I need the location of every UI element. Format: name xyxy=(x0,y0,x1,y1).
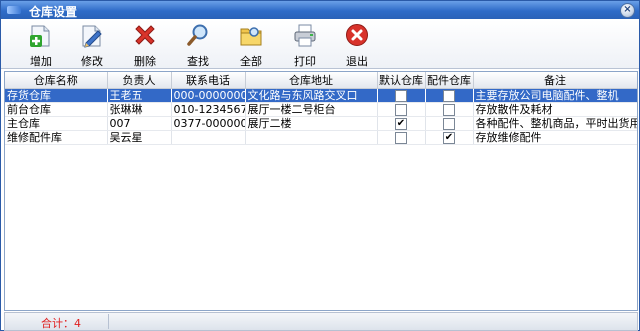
add-button[interactable]: 增加 xyxy=(21,23,61,68)
parts-checkbox[interactable] xyxy=(443,104,455,116)
column-header-default[interactable]: 默认仓库 xyxy=(377,72,426,89)
cell-default xyxy=(377,130,426,145)
print-button-label: 打印 xyxy=(294,55,316,68)
table-row[interactable]: 维修配件库 吴云星 ✔ 存放维修配件 xyxy=(5,130,637,145)
cell-address[interactable]: 文化路与东风路交叉口 xyxy=(245,88,378,103)
exit-button[interactable]: 退出 xyxy=(337,23,377,68)
add-button-label: 增加 xyxy=(30,55,52,68)
default-checkbox[interactable] xyxy=(395,104,407,116)
show-all-button[interactable]: 全部 xyxy=(231,23,271,68)
parts-checkbox[interactable] xyxy=(443,118,455,130)
cell-phone[interactable] xyxy=(171,130,246,145)
exit-x-icon xyxy=(346,24,368,46)
show-all-button-label: 全部 xyxy=(240,55,262,68)
window-title: 仓库设置 xyxy=(29,5,78,19)
cell-phone[interactable]: 010-12345678 xyxy=(171,102,246,117)
cell-name[interactable]: 前台仓库 xyxy=(5,102,108,117)
column-header-note[interactable]: 备注 xyxy=(473,72,637,89)
print-button[interactable]: 打印 xyxy=(285,23,325,68)
cell-manager[interactable]: 张琳琳 xyxy=(107,102,172,117)
table-row[interactable]: 存货仓库 王老五 000-00000000 文化路与东风路交叉口 主要存放公司电… xyxy=(5,88,637,103)
printer-icon xyxy=(294,24,316,47)
cell-parts xyxy=(425,88,474,103)
table-row[interactable]: 主仓库 007 0377-00000000 展厅二楼 ✔ 各种配件、整机商品，平… xyxy=(5,116,637,131)
magnifier-icon xyxy=(187,24,208,46)
status-bar-divider xyxy=(108,314,109,329)
parts-checkbox[interactable]: ✔ xyxy=(443,132,455,144)
delete-button-label: 删除 xyxy=(134,55,156,68)
title-bar[interactable]: 仓库设置 × xyxy=(1,1,639,19)
cell-note[interactable]: 各种配件、整机商品，平时出货用 xyxy=(473,116,637,131)
default-checkbox[interactable] xyxy=(395,132,407,144)
cell-address[interactable] xyxy=(245,130,378,145)
find-button[interactable]: 查找 xyxy=(178,23,218,68)
cell-default xyxy=(377,88,426,103)
column-header-name[interactable]: 仓库名称 xyxy=(5,72,108,89)
status-bar: 合计：4 xyxy=(4,312,638,331)
cell-note[interactable]: 主要存放公司电脑配件、整机 xyxy=(473,88,637,103)
default-checkbox[interactable] xyxy=(395,90,407,102)
cell-manager[interactable]: 王老五 xyxy=(107,88,172,103)
table-row[interactable]: 前台仓库 张琳琳 010-12345678 展厅一楼二号柜台 存放散件及耗材 xyxy=(5,102,637,117)
cell-parts xyxy=(425,102,474,117)
column-header-manager[interactable]: 负责人 xyxy=(107,72,172,89)
edit-button[interactable]: 修改 xyxy=(72,23,112,68)
cell-name[interactable]: 主仓库 xyxy=(5,116,108,131)
warehouse-settings-window: 仓库设置 × 增加 修改 删除 查找 全部 打印 退出 仓库名称 负责人 联系电… xyxy=(0,0,640,331)
cell-manager[interactable]: 007 xyxy=(107,116,172,131)
close-icon[interactable]: × xyxy=(620,3,635,18)
warehouse-table: 仓库名称 负责人 联系电话 仓库地址 默认仓库 配件仓库 备注 存货仓库 王老五… xyxy=(4,71,638,311)
default-checkbox[interactable]: ✔ xyxy=(395,118,407,130)
edit-document-icon xyxy=(82,25,102,48)
title-bar-decoration xyxy=(7,6,21,14)
total-count: 合计：4 xyxy=(41,317,81,330)
column-header-parts[interactable]: 配件仓库 xyxy=(425,72,474,89)
cell-phone[interactable]: 000-00000000 xyxy=(171,88,246,103)
toolbar: 增加 修改 删除 查找 全部 打印 退出 xyxy=(1,20,639,69)
cell-address[interactable]: 展厅二楼 xyxy=(245,116,378,131)
cell-default xyxy=(377,102,426,117)
exit-button-label: 退出 xyxy=(346,55,368,68)
find-button-label: 查找 xyxy=(187,55,209,68)
delete-button[interactable]: 删除 xyxy=(125,23,165,68)
cell-note[interactable]: 存放维修配件 xyxy=(473,130,637,145)
add-document-icon xyxy=(30,25,50,47)
column-header-phone[interactable]: 联系电话 xyxy=(171,72,246,89)
cell-phone[interactable]: 0377-00000000 xyxy=(171,116,246,131)
cell-name[interactable]: 维修配件库 xyxy=(5,130,108,145)
cell-default: ✔ xyxy=(377,116,426,131)
table-header-row: 仓库名称 负责人 联系电话 仓库地址 默认仓库 配件仓库 备注 xyxy=(5,72,637,89)
cell-name[interactable]: 存货仓库 xyxy=(5,88,108,103)
cell-manager[interactable]: 吴云星 xyxy=(107,130,172,145)
cell-address[interactable]: 展厅一楼二号柜台 xyxy=(245,102,378,117)
delete-x-icon xyxy=(135,25,155,45)
folder-all-icon xyxy=(240,27,262,46)
parts-checkbox[interactable] xyxy=(443,90,455,102)
column-header-address[interactable]: 仓库地址 xyxy=(245,72,378,89)
cell-parts xyxy=(425,116,474,131)
edit-button-label: 修改 xyxy=(81,55,103,68)
cell-note[interactable]: 存放散件及耗材 xyxy=(473,102,637,117)
cell-parts: ✔ xyxy=(425,130,474,145)
